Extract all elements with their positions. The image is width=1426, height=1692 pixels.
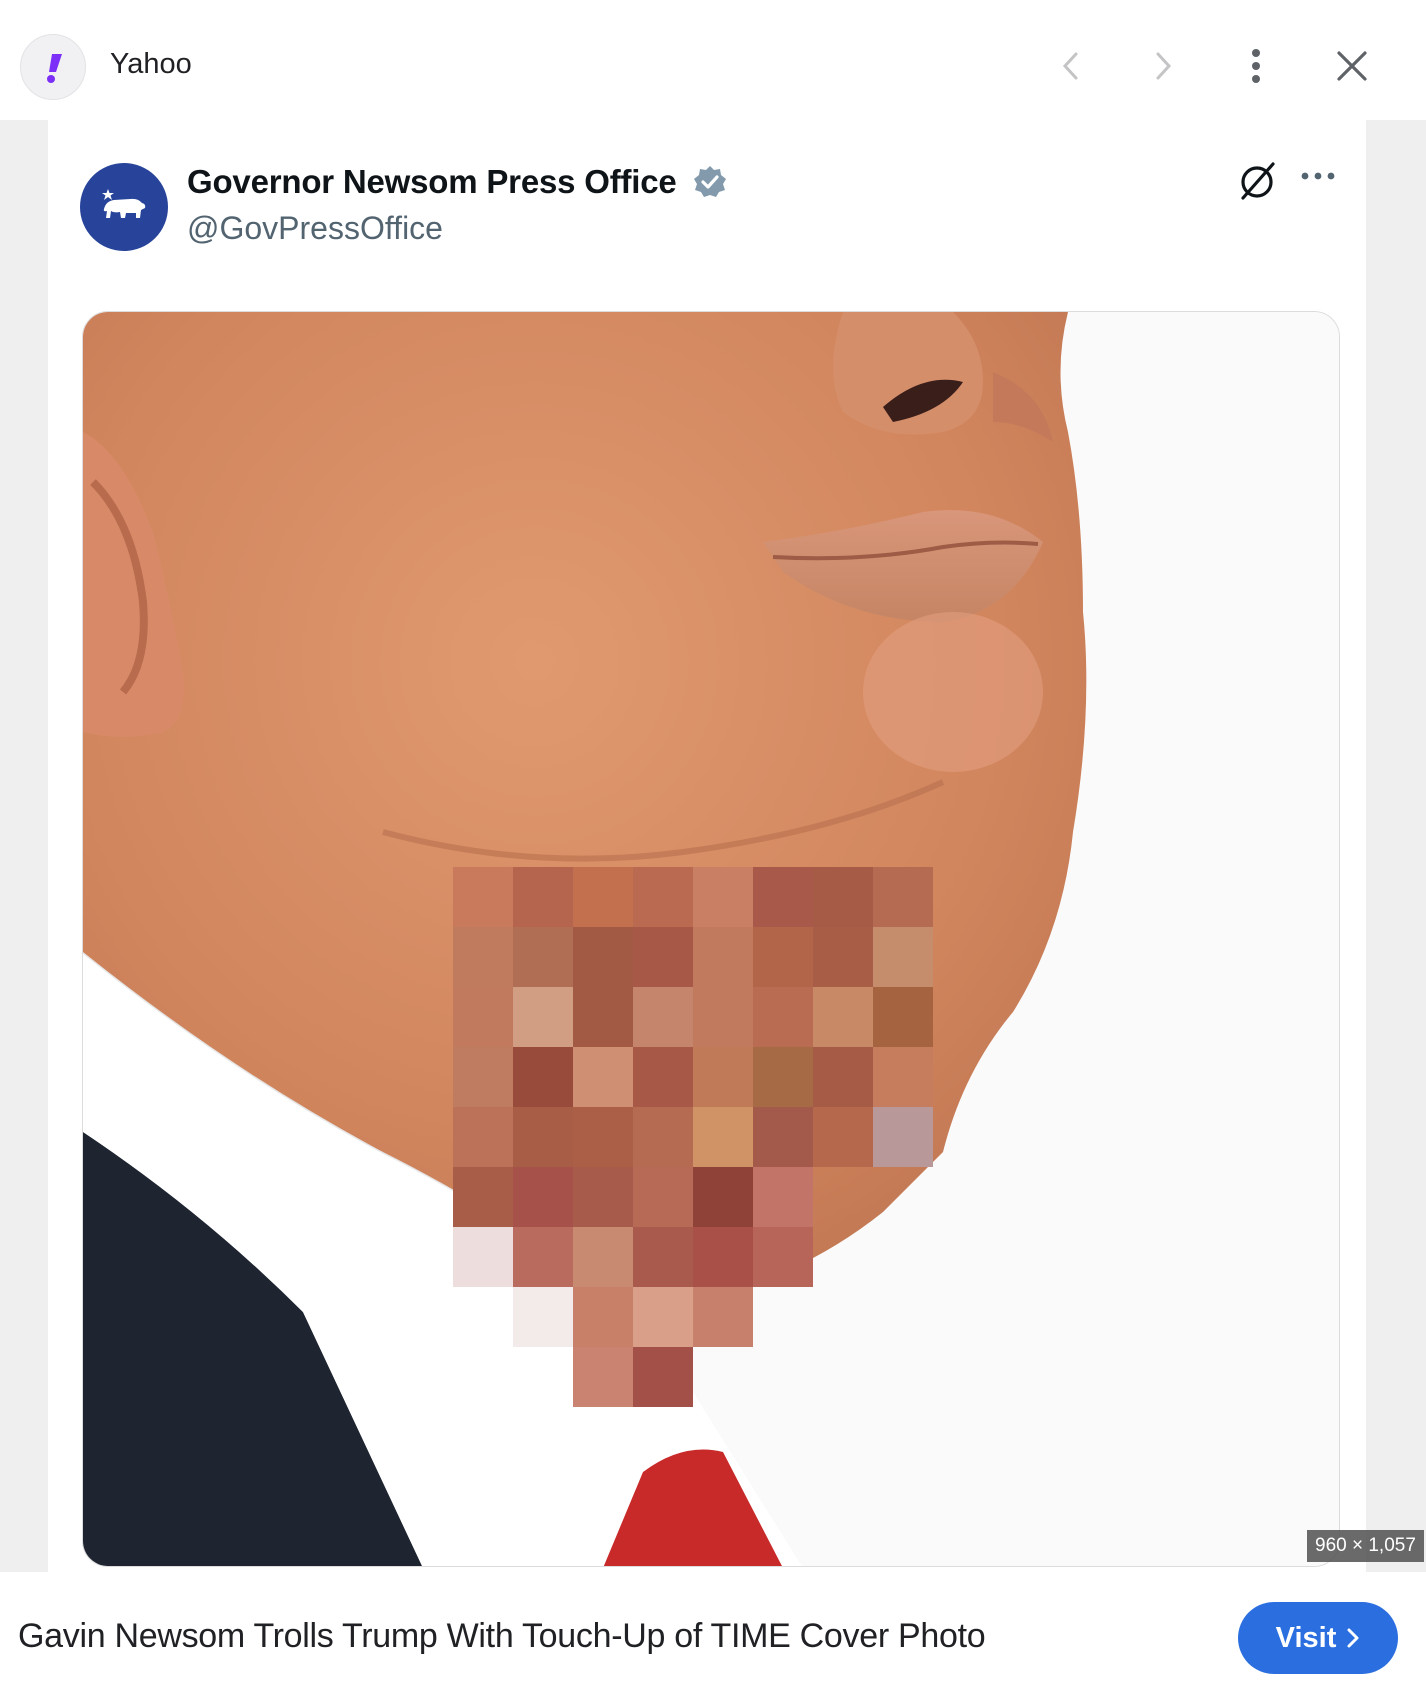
author-handle[interactable]: @GovPressOffice	[187, 210, 443, 247]
top-bar	[0, 0, 1426, 120]
face-photo-illustration	[83, 312, 1339, 1566]
avatar[interactable]	[80, 163, 168, 251]
article-caption[interactable]: Gavin Newsom Trolls Trump With Touch-Up …	[18, 1617, 986, 1656]
grok-icon[interactable]	[1237, 160, 1279, 202]
chevron-right-icon	[1156, 52, 1172, 80]
california-bear-icon	[102, 189, 146, 218]
back-button[interactable]	[1049, 44, 1093, 88]
visit-label: Visit	[1275, 1621, 1337, 1654]
visit-button[interactable]: Visit	[1238, 1602, 1398, 1674]
site-icon	[20, 34, 86, 100]
close-button[interactable]	[1330, 44, 1374, 88]
more-vertical-icon	[1252, 49, 1260, 83]
verified-badge-icon	[694, 166, 726, 197]
site-name: Yahoo	[110, 48, 192, 80]
close-icon	[1337, 51, 1367, 81]
forward-button[interactable]	[1141, 44, 1185, 88]
tweet-photo[interactable]	[82, 311, 1340, 1567]
author-name[interactable]: Governor Newsom Press Office	[187, 163, 677, 201]
chevron-right-icon	[1347, 1628, 1359, 1648]
more-horizontal-icon[interactable]	[1300, 170, 1336, 182]
image-dimensions-badge: 960 × 1,057	[1307, 1530, 1424, 1562]
chevron-left-icon	[1062, 52, 1078, 80]
yahoo-logo-icon	[47, 54, 62, 83]
more-options-button[interactable]	[1234, 44, 1278, 88]
